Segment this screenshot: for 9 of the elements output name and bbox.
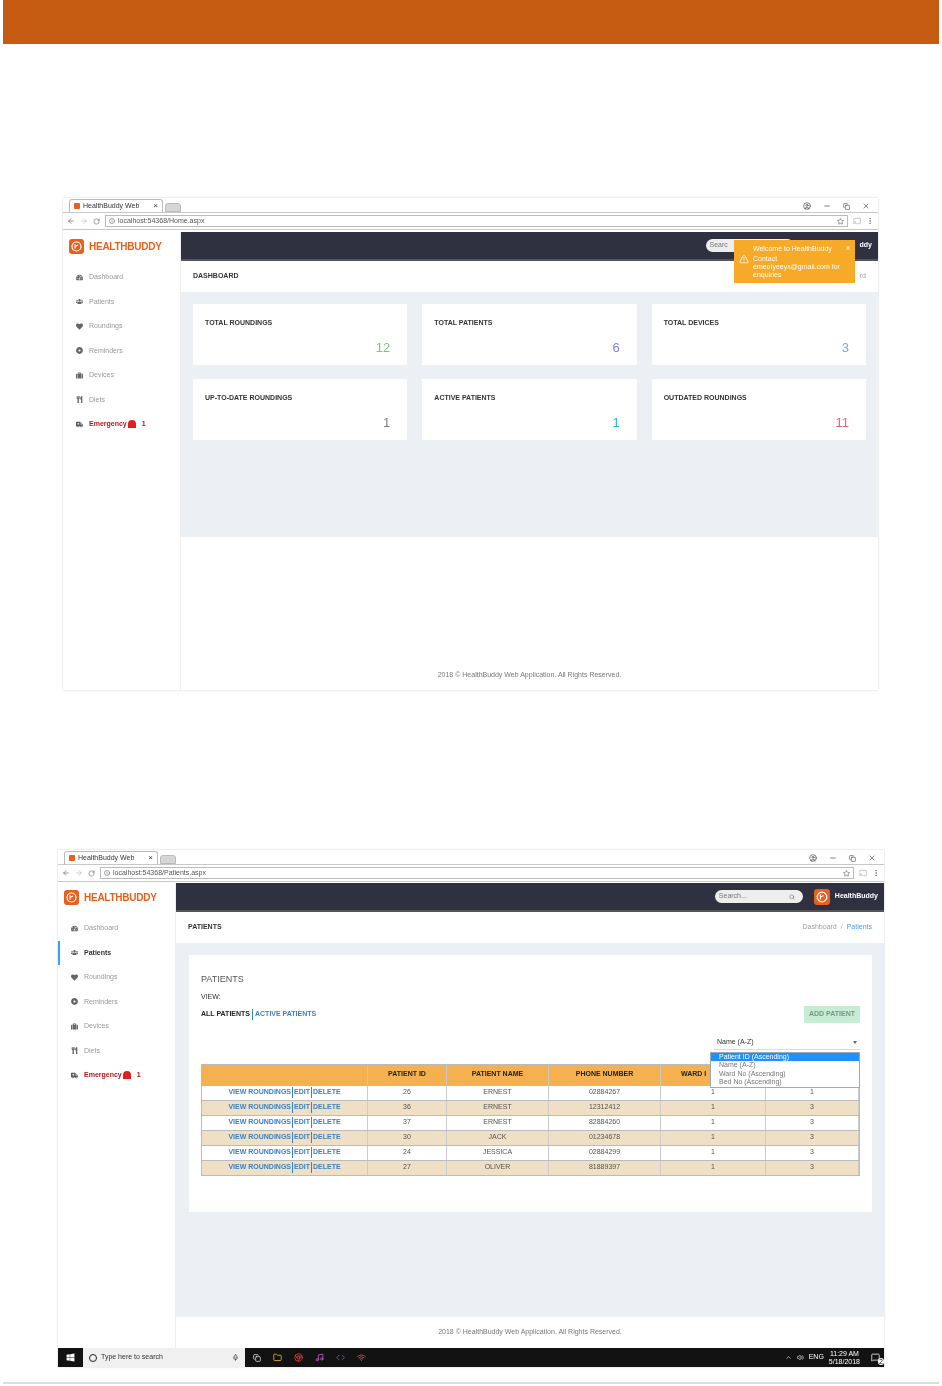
stat-value: 1	[383, 416, 392, 430]
logo-text: HEALTHBUDDY	[84, 891, 157, 905]
stat-value: 6	[612, 341, 621, 355]
card-title: PATIENTS	[201, 973, 245, 986]
stat-value: 3	[841, 341, 850, 355]
stat-value: 12	[375, 341, 392, 355]
stat-value: 11	[835, 416, 850, 430]
stat-value: 1	[612, 416, 621, 430]
logo-text: HEALTHBUDDY	[89, 240, 162, 254]
